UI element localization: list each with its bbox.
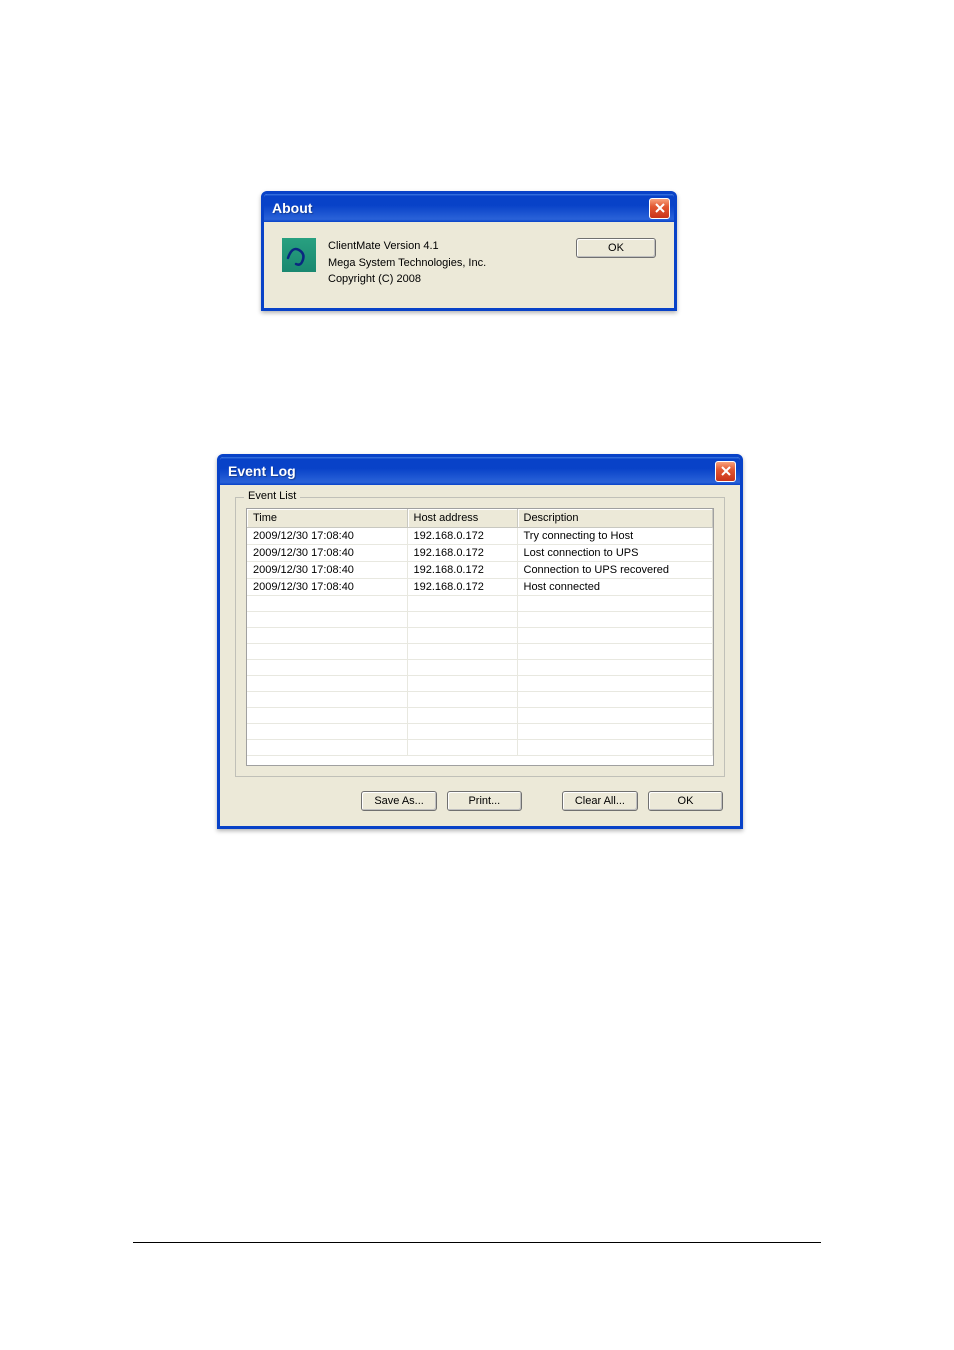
cell-description <box>517 740 713 756</box>
cell-host <box>407 596 517 612</box>
about-text: ClientMate Version 4.1 Mega System Techn… <box>328 238 564 288</box>
cell-time: 2009/12/30 17:08:40 <box>247 562 407 579</box>
about-company: Mega System Technologies, Inc. <box>328 255 564 272</box>
cell-time <box>247 676 407 692</box>
ok-button[interactable]: OK <box>648 791 723 811</box>
cell-description: Try connecting to Host <box>517 528 713 545</box>
clear-all-button[interactable]: Clear All... <box>562 791 638 811</box>
cell-description <box>517 596 713 612</box>
cell-time: 2009/12/30 17:08:40 <box>247 545 407 562</box>
cell-description <box>517 612 713 628</box>
cell-time <box>247 628 407 644</box>
table-row[interactable] <box>247 612 713 628</box>
cell-description: Lost connection to UPS <box>517 545 713 562</box>
column-time[interactable]: Time <box>247 509 407 528</box>
about-body: ClientMate Version 4.1 Mega System Techn… <box>264 222 674 308</box>
table-row[interactable] <box>247 676 713 692</box>
event-table-container[interactable]: Time Host address Description 2009/12/30… <box>246 508 714 766</box>
event-list-fieldset: Event List Time Host address Description… <box>235 497 725 777</box>
cell-description: Connection to UPS recovered <box>517 562 713 579</box>
cell-host <box>407 708 517 724</box>
cell-time <box>247 644 407 660</box>
cell-time <box>247 660 407 676</box>
event-list-legend: Event List <box>244 490 300 502</box>
cell-time <box>247 708 407 724</box>
table-row[interactable]: 2009/12/30 17:08:40192.168.0.172Connecti… <box>247 562 713 579</box>
close-button[interactable] <box>715 461 736 482</box>
table-row[interactable]: 2009/12/30 17:08:40192.168.0.172Lost con… <box>247 545 713 562</box>
event-table: Time Host address Description 2009/12/30… <box>247 509 713 756</box>
close-icon <box>654 202 666 214</box>
table-row[interactable] <box>247 644 713 660</box>
close-button[interactable] <box>649 198 670 219</box>
cell-host <box>407 692 517 708</box>
cell-time <box>247 740 407 756</box>
table-row[interactable]: 2009/12/30 17:08:40192.168.0.172Host con… <box>247 579 713 596</box>
cell-description <box>517 692 713 708</box>
cell-host <box>407 644 517 660</box>
table-row[interactable] <box>247 660 713 676</box>
cell-description <box>517 708 713 724</box>
cell-host <box>407 660 517 676</box>
cell-host: 192.168.0.172 <box>407 545 517 562</box>
cell-description <box>517 724 713 740</box>
eventlog-body: Event List Time Host address Description… <box>220 485 740 826</box>
cell-host: 192.168.0.172 <box>407 528 517 545</box>
cell-host <box>407 740 517 756</box>
ok-button[interactable]: OK <box>576 238 656 258</box>
table-row[interactable] <box>247 692 713 708</box>
cell-host <box>407 612 517 628</box>
cell-time <box>247 724 407 740</box>
cell-time: 2009/12/30 17:08:40 <box>247 528 407 545</box>
cell-host <box>407 724 517 740</box>
cell-description <box>517 628 713 644</box>
eventlog-title: Event Log <box>228 463 296 479</box>
cell-time <box>247 612 407 628</box>
table-row[interactable] <box>247 596 713 612</box>
cell-host <box>407 628 517 644</box>
page-divider <box>133 1242 821 1243</box>
about-dialog: About ClientMate Version 4.1 Mega System… <box>261 191 677 311</box>
cell-description <box>517 676 713 692</box>
column-description[interactable]: Description <box>517 509 713 528</box>
table-row[interactable] <box>247 628 713 644</box>
cell-host <box>407 676 517 692</box>
about-copyright: Copyright (C) 2008 <box>328 271 564 288</box>
table-row[interactable]: 2009/12/30 17:08:40192.168.0.172Try conn… <box>247 528 713 545</box>
print-button[interactable]: Print... <box>447 791 522 811</box>
table-row[interactable] <box>247 708 713 724</box>
cell-time: 2009/12/30 17:08:40 <box>247 579 407 596</box>
cell-description <box>517 644 713 660</box>
cell-time <box>247 692 407 708</box>
save-as-button[interactable]: Save As... <box>361 791 437 811</box>
about-version: ClientMate Version 4.1 <box>328 238 564 255</box>
cell-host: 192.168.0.172 <box>407 562 517 579</box>
eventlog-titlebar[interactable]: Event Log <box>220 457 740 485</box>
table-header-row: Time Host address Description <box>247 509 713 528</box>
table-row[interactable] <box>247 740 713 756</box>
cell-description: Host connected <box>517 579 713 596</box>
cell-description <box>517 660 713 676</box>
cell-time <box>247 596 407 612</box>
eventlog-dialog: Event Log Event List Time Host address D… <box>217 454 743 829</box>
about-title: About <box>272 200 312 216</box>
column-host[interactable]: Host address <box>407 509 517 528</box>
cell-host: 192.168.0.172 <box>407 579 517 596</box>
button-row: Save As... Print... Clear All... OK <box>235 791 725 811</box>
about-titlebar[interactable]: About <box>264 194 674 222</box>
app-icon <box>282 238 316 272</box>
close-icon <box>720 465 732 477</box>
table-row[interactable] <box>247 724 713 740</box>
